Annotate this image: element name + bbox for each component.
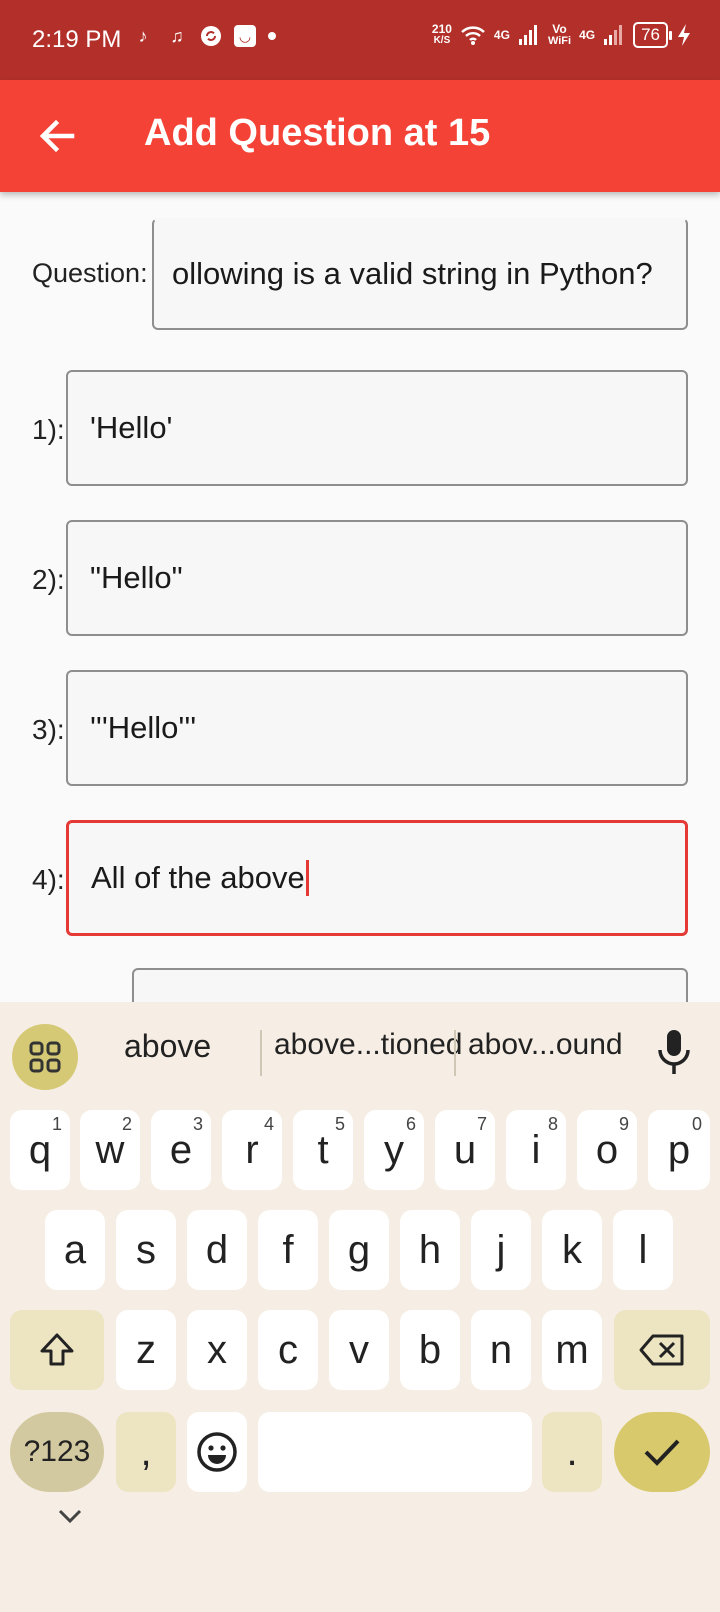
mail-app-icon: ◡ xyxy=(234,25,256,47)
space-bar[interactable] xyxy=(258,1412,532,1492)
key-z[interactable]: z xyxy=(116,1310,176,1390)
sync-app-icon xyxy=(200,24,222,48)
key-v[interactable]: v xyxy=(329,1310,389,1390)
checkmark-icon xyxy=(644,1439,680,1466)
shift-button[interactable] xyxy=(10,1310,104,1390)
network-type-1: 4G xyxy=(493,28,510,42)
battery-indicator: 76 xyxy=(633,22,672,48)
key-p[interactable]: p0 xyxy=(648,1110,710,1190)
option-3-text: '''Hello''' xyxy=(90,710,197,745)
option-2-text: "Hello" xyxy=(90,560,183,595)
symbols-button[interactable]: ?123 xyxy=(10,1412,104,1492)
key-l[interactable]: l xyxy=(613,1210,673,1290)
page-title: Add Question at 15 xyxy=(144,112,491,154)
option-1-text: 'Hello' xyxy=(90,410,173,445)
keyboard-apps-button[interactable] xyxy=(12,1024,78,1090)
keyboard: above above...tioned abov...ound q1 w2 e… xyxy=(0,1002,720,1612)
key-r[interactable]: r4 xyxy=(222,1110,282,1190)
notification-icons: ♪ ♫ ◡ xyxy=(132,24,276,48)
wifi-icon xyxy=(461,26,485,45)
notification-dot-icon xyxy=(268,32,276,40)
key-d[interactable]: d xyxy=(187,1210,247,1290)
option-2-label: 2): xyxy=(32,564,65,595)
signal-icon xyxy=(518,25,537,45)
key-k[interactable]: k xyxy=(542,1210,602,1290)
chevron-down-icon[interactable] xyxy=(56,1506,84,1526)
status-bar: 2:19 PM ♪ ♫ ◡ 210 K/S 4G Vo WiFi 4G 76 xyxy=(0,0,720,80)
app-bar: Add Question at 15 xyxy=(0,80,720,192)
voice-input-button[interactable] xyxy=(652,1026,696,1078)
key-period[interactable]: . xyxy=(542,1412,602,1492)
key-e[interactable]: e3 xyxy=(151,1110,211,1190)
next-field-partial[interactable] xyxy=(132,968,688,1002)
text-cursor xyxy=(305,860,309,896)
key-comma[interactable]: , xyxy=(116,1412,176,1492)
backspace-icon xyxy=(639,1334,684,1366)
question-form: Question: ollowing is a valid string in … xyxy=(0,192,720,1002)
key-b[interactable]: b xyxy=(400,1310,460,1390)
key-j[interactable]: j xyxy=(471,1210,531,1290)
emoji-button[interactable] xyxy=(187,1412,247,1492)
vo-wifi-label: Vo WiFi xyxy=(547,22,572,47)
enter-button[interactable] xyxy=(614,1412,710,1492)
microphone-icon xyxy=(658,1030,690,1074)
key-w[interactable]: w2 xyxy=(80,1110,140,1190)
arrow-back-icon xyxy=(39,119,75,153)
backspace-button[interactable] xyxy=(614,1310,710,1390)
suggestion-2[interactable]: above...tioned xyxy=(274,1028,462,1062)
suggestion-1[interactable]: above xyxy=(124,1028,211,1065)
key-g[interactable]: g xyxy=(329,1210,389,1290)
back-button[interactable] xyxy=(32,110,84,162)
question-label: Question: xyxy=(32,258,148,288)
key-x[interactable]: x xyxy=(187,1310,247,1390)
suggestion-strip: above above...tioned abov...ound xyxy=(0,1002,720,1098)
network-type-2: 4G xyxy=(579,28,596,42)
music-icon: ♫ xyxy=(170,25,184,46)
shift-icon xyxy=(40,1333,74,1366)
option-4-input[interactable]: All of the above xyxy=(66,820,688,936)
suggestion-divider xyxy=(454,1030,456,1076)
key-a[interactable]: a xyxy=(45,1210,105,1290)
question-input-text: ollowing is a valid string in Python? xyxy=(172,256,653,291)
key-f[interactable]: f xyxy=(258,1210,318,1290)
key-u[interactable]: u7 xyxy=(435,1110,495,1190)
key-t[interactable]: t5 xyxy=(293,1110,353,1190)
tiktok-icon: ♪ xyxy=(138,25,148,46)
key-n[interactable]: n xyxy=(471,1310,531,1390)
suggestion-3[interactable]: abov...ound xyxy=(468,1028,623,1062)
option-2-input[interactable]: "Hello" xyxy=(66,520,688,636)
system-icons: 210 K/S 4G Vo WiFi 4G 76 xyxy=(432,22,692,48)
charging-icon xyxy=(678,24,690,46)
key-h[interactable]: h xyxy=(400,1210,460,1290)
option-3-input[interactable]: '''Hello''' xyxy=(66,670,688,786)
key-c[interactable]: c xyxy=(258,1310,318,1390)
status-time: 2:19 PM xyxy=(32,26,122,53)
key-m[interactable]: m xyxy=(542,1310,602,1390)
key-o[interactable]: o9 xyxy=(577,1110,637,1190)
option-3-label: 3): xyxy=(32,714,65,745)
suggestion-divider xyxy=(260,1030,262,1076)
option-4-label: 4): xyxy=(32,864,65,895)
option-4-text: All of the above xyxy=(91,860,305,895)
network-speed: 210 K/S xyxy=(431,22,452,46)
option-1-input[interactable]: 'Hello' xyxy=(66,370,688,486)
key-y[interactable]: y6 xyxy=(364,1110,424,1190)
key-i[interactable]: i8 xyxy=(506,1110,566,1190)
key-s[interactable]: s xyxy=(116,1210,176,1290)
key-q[interactable]: q1 xyxy=(10,1110,70,1190)
signal-icon-2 xyxy=(604,25,623,45)
grid-icon xyxy=(29,1041,61,1073)
option-1-label: 1): xyxy=(32,414,65,445)
emoji-icon xyxy=(197,1432,237,1472)
question-input[interactable]: ollowing is a valid string in Python? xyxy=(152,218,688,330)
